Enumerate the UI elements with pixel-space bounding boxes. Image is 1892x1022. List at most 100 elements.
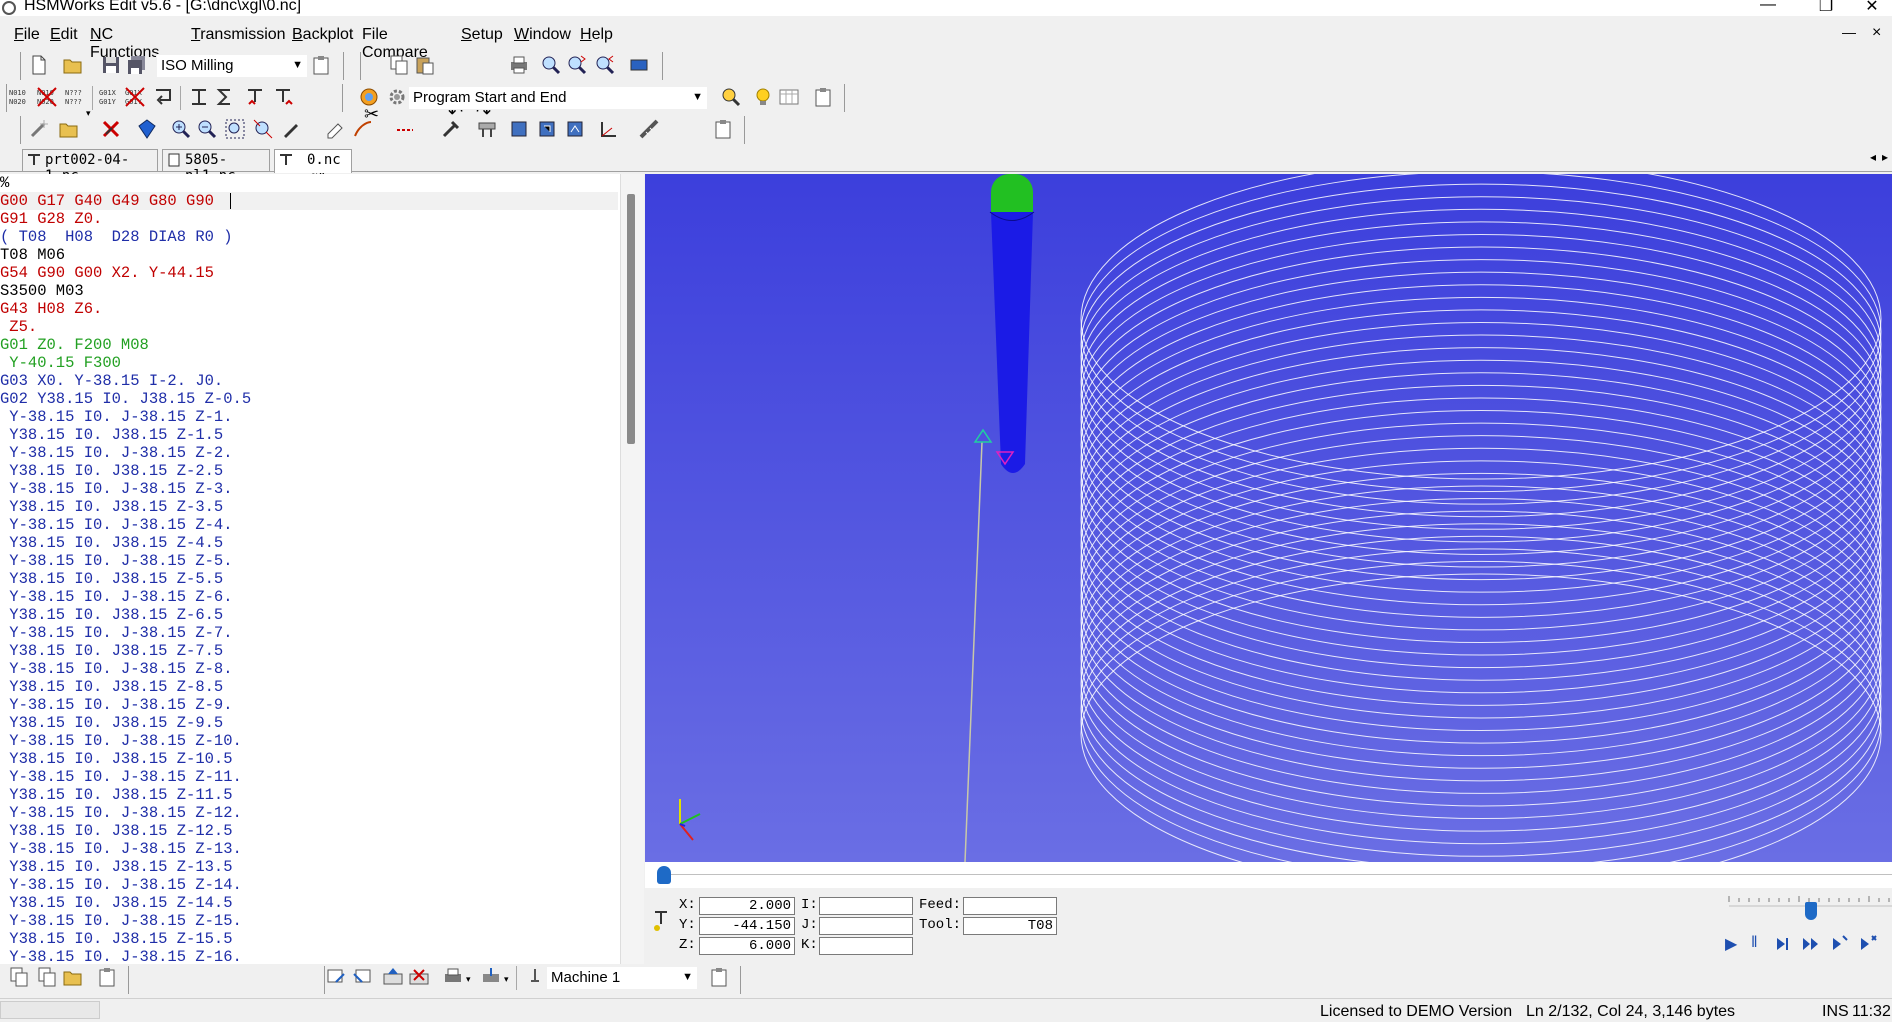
fast-forward-icon[interactable]: [1801, 934, 1821, 954]
menu-edit[interactable]: Edit: [50, 26, 78, 44]
clear-backplot-icon[interactable]: [100, 118, 122, 140]
code-line[interactable]: Y38.15 I0. J38.15 Z-9.5: [0, 714, 223, 732]
tab-5805-nl1[interactable]: 5805-nl1.nc: [162, 149, 270, 184]
toolbar-grip[interactable]: [838, 84, 845, 112]
minimize-button[interactable]: —: [1748, 0, 1788, 16]
find-icon[interactable]: [540, 54, 562, 76]
dnc-dropdown-icon[interactable]: ▾: [504, 974, 509, 985]
toolbar-grip[interactable]: [336, 84, 343, 112]
transmit-icon[interactable]: [382, 966, 404, 988]
rotate-icon[interactable]: [272, 86, 294, 108]
mdi-close-button[interactable]: ×: [1872, 24, 1881, 42]
clipboard-icon[interactable]: [712, 118, 734, 140]
menu-transmission[interactable]: Transmission: [191, 26, 286, 44]
backplot-viewport[interactable]: [645, 174, 1892, 862]
copy-files-icon[interactable]: [8, 966, 30, 988]
find-previous-icon[interactable]: [594, 54, 616, 76]
restore-button[interactable]: ❐: [1806, 0, 1846, 16]
sum-icon[interactable]: [214, 86, 236, 108]
code-line[interactable]: Y-38.15 I0. J-38.15 Z-11.: [0, 768, 242, 786]
rapid-move-icon[interactable]: [394, 118, 416, 140]
send-icon[interactable]: [326, 966, 348, 988]
timeline-knob[interactable]: [657, 866, 671, 884]
speed-slider-knob[interactable]: [1805, 902, 1817, 920]
translate-icon[interactable]: [244, 86, 266, 108]
open-folder-icon[interactable]: [62, 54, 84, 76]
min-max-icon[interactable]: [188, 86, 210, 108]
code-line[interactable]: G00 G17 G40 G49 G80 G90: [0, 192, 214, 210]
tab-scroll-right-icon[interactable]: ▸: [1882, 150, 1888, 164]
settings-gear-icon[interactable]: [386, 86, 408, 108]
code-line[interactable]: Y38.15 I0. J38.15 Z-14.5: [0, 894, 232, 912]
code-line[interactable]: Y-38.15 I0. J-38.15 Z-9.: [0, 696, 232, 714]
code-line[interactable]: T08 M06: [0, 246, 65, 264]
step-forward-icon[interactable]: [1773, 934, 1793, 954]
tab-scroll-left-icon[interactable]: ◂: [1870, 150, 1876, 164]
code-line[interactable]: Y38.15 I0. J38.15 Z-2.5: [0, 462, 223, 480]
toolbar-grip[interactable]: [14, 52, 21, 80]
editor-scrollbar[interactable]: [620, 174, 644, 964]
tool-path-icon[interactable]: [352, 118, 374, 140]
cube-color-icon[interactable]: [358, 86, 380, 108]
menu-file[interactable]: File: [14, 26, 40, 44]
paste-icon[interactable]: [414, 54, 436, 76]
renumber-selected-icon[interactable]: N???N???: [64, 86, 86, 108]
code-line[interactable]: Y38.15 I0. J38.15 Z-15.5: [0, 930, 232, 948]
code-line[interactable]: Y38.15 I0. J38.15 Z-8.5: [0, 678, 223, 696]
nc-code-editor[interactable]: % G00 G17 G40 G49 G80 G90 G91 G28 Z0.( T08…: [0, 174, 620, 964]
pause-icon[interactable]: ‖: [1751, 934, 1758, 952]
code-line[interactable]: Y38.15 I0. J38.15 Z-6.5: [0, 606, 223, 624]
dnc-icon[interactable]: [480, 966, 502, 988]
menu-window[interactable]: Window: [514, 26, 571, 44]
space-icon[interactable]: G01XG01Y: [98, 86, 120, 108]
renumber-icon[interactable]: N010N020: [8, 86, 30, 108]
machine-type-select[interactable]: ISO Milling ▼: [156, 54, 308, 78]
code-line[interactable]: ( T08 H08 D28 DIA8 R0 ): [0, 228, 233, 246]
toolbar-grip[interactable]: [734, 966, 741, 994]
code-line[interactable]: Y38.15 I0. J38.15 Z-13.5: [0, 858, 232, 876]
toolbar-grip[interactable]: [354, 52, 361, 80]
play-icon[interactable]: ▶: [1725, 934, 1737, 954]
toolbar-grip[interactable]: [656, 52, 663, 80]
toolbar-grip[interactable]: [738, 116, 745, 144]
playback-timeline[interactable]: [645, 862, 1892, 888]
code-line[interactable]: Y-38.15 I0. J-38.15 Z-2.: [0, 444, 232, 462]
toolbar-grip[interactable]: [318, 966, 325, 994]
code-line[interactable]: G54 G90 G00 X2. Y-44.15: [0, 264, 214, 282]
folder-icon[interactable]: [62, 966, 84, 988]
duplicate-icon[interactable]: [36, 966, 58, 988]
code-line[interactable]: G02 Y38.15 I0. J38.15 Z-0.5: [0, 390, 251, 408]
tip-icon[interactable]: [752, 86, 774, 108]
code-line[interactable]: Y38.15 I0. J38.15 Z-7.5: [0, 642, 223, 660]
menu-setup[interactable]: Setup: [461, 26, 503, 44]
code-line[interactable]: Y-40.15 F300: [0, 354, 121, 372]
tab-prt002-04-1[interactable]: prt002-04-1.nc: [22, 149, 158, 184]
code-line[interactable]: Y-38.15 I0. J-38.15 Z-1.: [0, 408, 232, 426]
template-select[interactable]: Program Start and End ▼: [408, 86, 708, 110]
code-line[interactable]: Y-38.15 I0. J-38.15 Z-8.: [0, 660, 232, 678]
solid-view-icon[interactable]: [136, 118, 158, 140]
remove-space-icon[interactable]: G01XG01Y: [124, 86, 146, 108]
clipboard-icon[interactable]: [708, 966, 730, 988]
code-line[interactable]: Y-38.15 I0. J-38.15 Z-4.: [0, 516, 232, 534]
find-next-icon[interactable]: [566, 54, 588, 76]
code-line[interactable]: %: [0, 174, 9, 192]
clipboard-icon[interactable]: [310, 54, 332, 76]
code-line[interactable]: Y-38.15 I0. J-38.15 Z-10.: [0, 732, 242, 750]
save-icon[interactable]: [100, 54, 122, 76]
close-button[interactable]: ✕: [1852, 0, 1892, 16]
transmit-stop-icon[interactable]: [408, 966, 430, 988]
clipboard-icon[interactable]: [96, 966, 118, 988]
toolbar-grip[interactable]: [14, 116, 21, 144]
display-icon[interactable]: [628, 54, 650, 76]
menu-help[interactable]: Help: [580, 26, 613, 44]
code-line[interactable]: Y-38.15 I0. J-38.15 Z-15.: [0, 912, 242, 930]
code-line[interactable]: G03 X0. Y-38.15 I-2. J0.: [0, 372, 223, 390]
code-line[interactable]: G01 Z0. F200 M08: [0, 336, 149, 354]
toolbar-grip[interactable]: [122, 966, 129, 994]
mdi-minimize-button[interactable]: —: [1842, 24, 1856, 40]
code-line[interactable]: G91 G28 Z0.: [0, 210, 102, 228]
machine-icon[interactable]: [524, 966, 546, 988]
code-line[interactable]: Y-38.15 I0. J-38.15 Z-12.: [0, 804, 242, 822]
clipboard-icon[interactable]: [812, 86, 834, 108]
